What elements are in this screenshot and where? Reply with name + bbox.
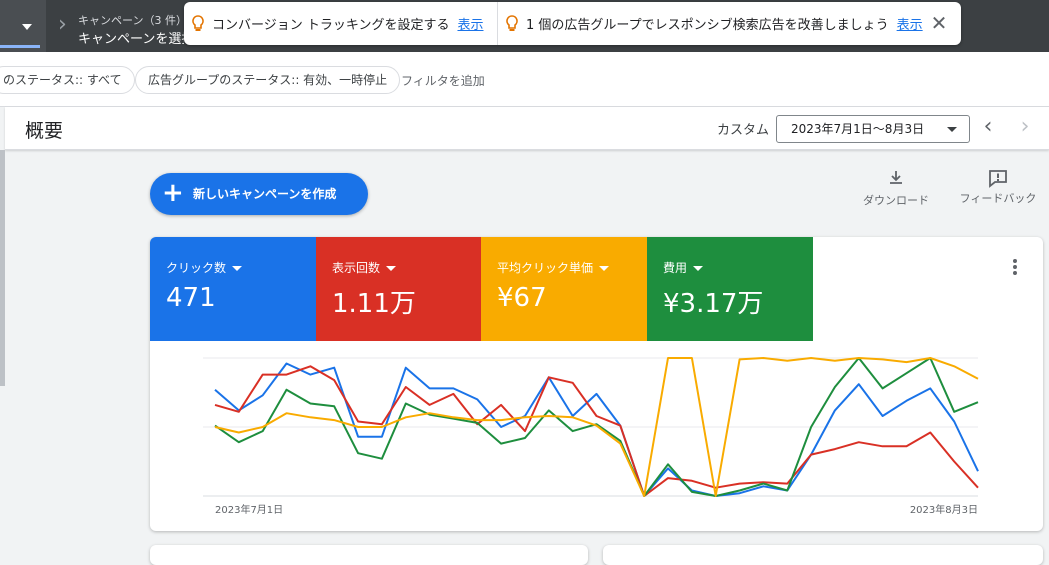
chevron-right-icon: › xyxy=(58,12,67,37)
performance-line-chart: 2023年7月1日 2023年8月3日 xyxy=(203,357,979,516)
caret-down-icon xyxy=(693,266,704,271)
notice-conversion: コンバージョン トラッキングを設定する 表示 xyxy=(192,2,484,45)
metric-impressions[interactable]: 表示回数 1.11万 xyxy=(316,237,482,341)
caret-down-icon xyxy=(22,24,32,30)
metric-label: 費用 xyxy=(663,259,704,276)
overview-chart-card: クリック数 471 表示回数 1.11万 平均クリック単価 ¥67 費用 ¥3.… xyxy=(150,237,1043,531)
more-vert-icon[interactable] xyxy=(1007,259,1023,279)
add-filter-button[interactable]: フィルタを追加 xyxy=(401,72,485,89)
metric-label: クリック数 xyxy=(166,259,243,276)
show-link[interactable]: 表示 xyxy=(897,14,923,33)
series-line-0 xyxy=(214,362,979,497)
caret-down-icon xyxy=(232,266,243,271)
caret-down-icon xyxy=(947,127,957,132)
x-tick-label-end: 2023年8月3日 xyxy=(910,503,978,516)
notice-text: 1 個の広告グループでレスポンシブ検索広告を改善しましょう xyxy=(526,18,889,33)
caret-down-icon xyxy=(386,266,397,271)
metric-cost[interactable]: 費用 ¥3.17万 xyxy=(647,237,813,341)
download-button[interactable]: ダウンロード xyxy=(858,168,934,208)
metric-label: 平均クリック単価 xyxy=(497,259,610,276)
caret-down-icon xyxy=(599,266,610,271)
feedback-icon xyxy=(989,170,1007,188)
date-mode-label: カスタム xyxy=(717,123,770,138)
show-link[interactable]: 表示 xyxy=(457,14,483,33)
x-tick-label-start: 2023年7月1日 xyxy=(215,503,283,516)
active-underline xyxy=(0,45,40,48)
lightbulb-icon xyxy=(192,15,204,31)
date-range-picker[interactable]: 2023年7月1日〜8月3日 xyxy=(776,115,970,143)
chevron-left-icon[interactable]: ‹ xyxy=(978,115,998,139)
campaign-selector[interactable]: › キャンペーン（3 件） キャンペーンを選択 xyxy=(58,8,187,48)
series-line-1 xyxy=(214,365,979,497)
lightbulb-icon xyxy=(506,15,518,31)
download-label: ダウンロード xyxy=(863,194,929,207)
summary-card-right xyxy=(603,545,1043,565)
filter-chip-adgroup-status[interactable]: 広告グループのステータス:: 有効、一時停止 xyxy=(135,66,401,94)
chevron-right-icon[interactable]: › xyxy=(1015,115,1035,139)
feedback-label: フィードバック xyxy=(959,192,1037,205)
feedback-button[interactable]: フィードバック xyxy=(958,168,1038,205)
summary-card-left xyxy=(150,545,588,565)
page-header: 概要 カスタム 2023年7月1日〜8月3日 ‹ › xyxy=(5,107,1049,150)
notification-bar: コンバージョン トラッキングを設定する 表示 1 個の広告グループでレスポンシブ… xyxy=(184,2,961,45)
plus-icon: + xyxy=(162,178,184,208)
metric-value: 1.11万 xyxy=(332,289,416,319)
metric-value: ¥67 xyxy=(497,283,547,313)
metric-clicks[interactable]: クリック数 471 xyxy=(150,237,316,341)
campaign-count: キャンペーン（3 件） xyxy=(78,14,187,27)
new-campaign-label: 新しいキャンペーンを作成 xyxy=(193,187,337,201)
close-icon[interactable]: ✕ xyxy=(927,11,951,35)
account-dropdown[interactable] xyxy=(0,0,46,52)
metric-value: 471 xyxy=(166,283,216,313)
metric-label: 表示回数 xyxy=(332,259,397,276)
filter-chip-status[interactable]: のステータス:: すべて xyxy=(0,66,135,94)
notice-rsa: 1 個の広告グループでレスポンシブ検索広告を改善しましょう 表示 xyxy=(506,2,923,45)
metric-value: ¥3.17万 xyxy=(663,289,764,319)
metric-avg-cpc[interactable]: 平均クリック単価 ¥67 xyxy=(481,237,647,341)
download-icon xyxy=(890,171,902,184)
divider xyxy=(497,2,498,45)
side-rail xyxy=(0,150,5,386)
date-range-value: 2023年7月1日〜8月3日 xyxy=(791,122,925,136)
filter-bar: のステータス:: すべて 広告グループのステータス:: 有効、一時停止 フィルタ… xyxy=(0,52,1049,107)
notice-text: コンバージョン トラッキングを設定する xyxy=(212,18,450,33)
new-campaign-button[interactable]: + 新しいキャンペーンを作成 xyxy=(150,173,368,215)
campaign-select-label: キャンペーンを選択 xyxy=(78,32,184,47)
page-title: 概要 xyxy=(25,120,64,142)
